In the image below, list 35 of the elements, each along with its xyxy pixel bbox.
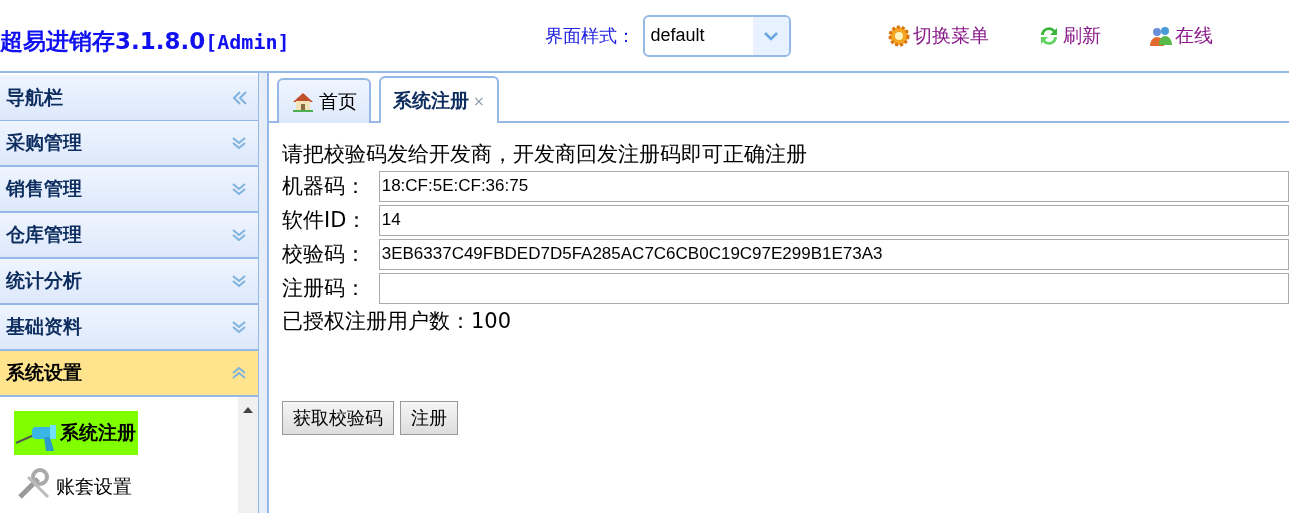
accordion-header[interactable]: 销售管理	[0, 167, 258, 213]
tab[interactable]: 首页	[277, 78, 371, 123]
scroll-up-icon	[242, 405, 254, 414]
gear-icon	[886, 23, 911, 48]
action-button[interactable]: 注册	[400, 401, 458, 435]
accordion-header[interactable]: 统计分析	[0, 259, 258, 305]
instruction-text: 请把校验码发给开发商，开发商回发注册码即可正确注册	[282, 141, 808, 168]
field-label: 软件ID：	[282, 207, 369, 234]
accordion-header[interactable]: 仓库管理	[0, 213, 258, 259]
menu-item[interactable]: 账套设置	[14, 465, 134, 509]
action-button[interactable]: 获取校验码	[282, 401, 394, 435]
input-field[interactable]: 3EB6337C49FBDED7D5FA285AC7C6CB0C19C97E299B1E73A3	[378, 238, 1289, 270]
menu-item[interactable]: 系统注册	[14, 411, 138, 455]
toolbar-link[interactable]: 在线	[1148, 22, 1213, 49]
accordion-header[interactable]: 基础资料	[0, 305, 258, 351]
field-label: 机器码：	[282, 173, 367, 200]
app-title: 超易进销存3.1.8.0[Admin]	[0, 27, 290, 56]
toolbar-link[interactable]: 刷新	[1036, 22, 1101, 49]
input-field[interactable]: 14	[378, 204, 1289, 236]
field-label: 注册码：	[282, 275, 367, 302]
scrollbar[interactable]	[238, 397, 258, 513]
sidebar-title-text: 导航栏	[6, 84, 63, 110]
input-field[interactable]: 18:CF:5E:CF:36:75	[378, 170, 1289, 202]
input-field[interactable]	[378, 272, 1289, 304]
user-count-text: 已授权注册用户数：100	[282, 308, 513, 335]
tab[interactable]: 系统注册 ×	[379, 76, 499, 123]
accordion-header[interactable]: 采购管理	[0, 121, 258, 167]
theme-label: 界面样式：	[544, 23, 635, 48]
accordion-header[interactable]: 系统设置	[0, 351, 258, 397]
field-label: 校验码：	[282, 241, 367, 268]
toolbar-link[interactable]: 切换菜单	[886, 22, 989, 49]
caret-icon	[762, 29, 779, 42]
collapse-icon[interactable]	[230, 88, 248, 107]
splitter[interactable]	[259, 73, 269, 513]
theme-dropdown[interactable]: default	[642, 14, 791, 57]
